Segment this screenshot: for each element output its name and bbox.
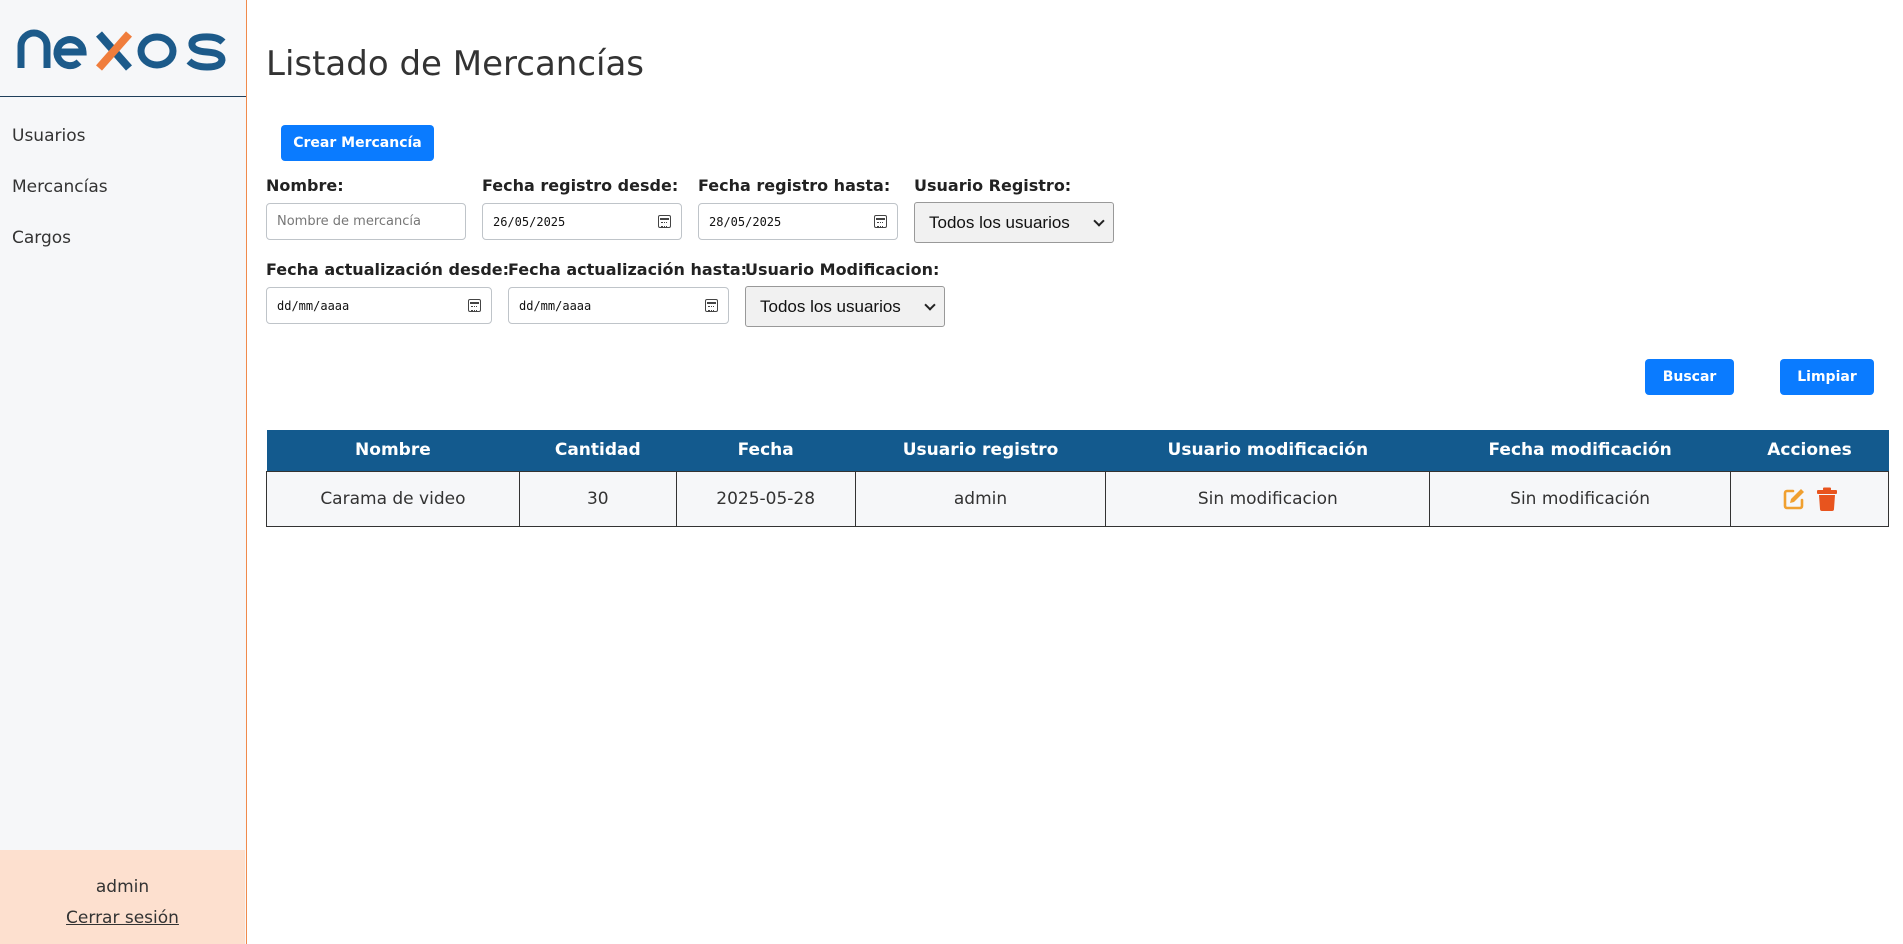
reg-from-date-input[interactable]: 26/05/2025	[482, 203, 682, 240]
cell-cantidad: 30	[518, 470, 677, 527]
cell-fecha: 2025-05-28	[675, 470, 856, 527]
upd-user-selected: Todos los usuarios	[760, 296, 901, 316]
clear-button[interactable]: Limpiar	[1780, 359, 1874, 395]
upd-to-label: Fecha actualización hasta:	[508, 260, 748, 279]
cell-usuario-modificacion: Sin modificacion	[1105, 470, 1431, 527]
upd-from-label: Fecha actualización desde:	[266, 260, 510, 279]
calendar-icon[interactable]	[705, 299, 718, 312]
name-filter-input[interactable]: Nombre de mercancía	[266, 203, 466, 240]
current-user-name: admin	[95, 877, 150, 897]
table-header-row: Nombre Cantidad Fecha Usuario registro U…	[266, 430, 1889, 471]
reg-user-selected: Todos los usuarios	[929, 212, 1070, 232]
upd-from-value: dd/mm/aaaa	[277, 298, 350, 313]
user-panel: admin Cerrar sesión	[0, 850, 245, 944]
search-button[interactable]: Buscar	[1645, 359, 1734, 395]
reg-to-value: 28/05/2025	[709, 214, 782, 229]
upd-to-value: dd/mm/aaaa	[519, 298, 592, 313]
upd-from-date-input[interactable]: dd/mm/aaaa	[266, 287, 492, 324]
upd-to-date-input[interactable]: dd/mm/aaaa	[508, 287, 729, 324]
upd-user-select[interactable]: Todos los usuarios	[745, 286, 945, 327]
column-header: Cantidad	[519, 430, 677, 471]
column-header: Usuario registro	[855, 430, 1106, 471]
reg-user-label: Usuario Registro:	[914, 176, 1072, 195]
cell-fecha-modificacion: Sin modificación	[1429, 470, 1732, 527]
column-header: Nombre	[266, 430, 520, 471]
create-merchandise-button[interactable]: Crear Mercancía	[281, 125, 434, 161]
reg-from-value: 26/05/2025	[493, 214, 566, 229]
reg-to-label: Fecha registro hasta:	[698, 176, 891, 195]
logo-area	[0, 0, 246, 97]
cell-nombre: Carama de video	[266, 470, 520, 527]
table-row: Carama de video 30 2025-05-28 admin Sin …	[266, 470, 1889, 527]
reg-user-select[interactable]: Todos los usuarios	[914, 202, 1114, 243]
page-title: Listado de Mercancías	[266, 44, 645, 84]
chevron-down-icon	[1093, 215, 1105, 227]
name-filter-label: Nombre:	[266, 176, 344, 195]
column-header: Acciones	[1730, 430, 1889, 471]
chevron-down-icon	[924, 299, 936, 311]
row-actions	[1731, 487, 1888, 511]
sidebar-item-cargos[interactable]: Cargos	[0, 213, 246, 264]
name-filter-placeholder: Nombre de mercancía	[277, 214, 421, 229]
cell-usuario-registro: admin	[854, 470, 1107, 527]
sidebar: Usuarios Mercancías Cargos admin Cerrar …	[0, 0, 247, 944]
edit-icon[interactable]	[1782, 487, 1806, 511]
reg-to-date-input[interactable]: 28/05/2025	[698, 203, 898, 240]
column-header: Fecha modificación	[1429, 430, 1731, 471]
column-header: Usuario modificación	[1105, 430, 1430, 471]
merchandise-table: Nombre Cantidad Fecha Usuario registro U…	[266, 430, 1889, 527]
calendar-icon[interactable]	[874, 215, 887, 228]
sidebar-nav: Usuarios Mercancías Cargos	[0, 97, 246, 264]
upd-user-label: Usuario Modificacion:	[745, 260, 940, 279]
trash-icon[interactable]	[1816, 487, 1838, 511]
cell-actions	[1730, 470, 1889, 527]
sidebar-item-mercancias[interactable]: Mercancías	[0, 162, 246, 213]
nexos-logo[interactable]	[17, 24, 229, 72]
logout-link[interactable]: Cerrar sesión	[66, 908, 179, 928]
reg-from-label: Fecha registro desde:	[482, 176, 679, 195]
sidebar-item-usuarios[interactable]: Usuarios	[0, 111, 246, 162]
column-header: Fecha	[676, 430, 856, 471]
calendar-icon[interactable]	[468, 299, 481, 312]
calendar-icon[interactable]	[658, 215, 671, 228]
